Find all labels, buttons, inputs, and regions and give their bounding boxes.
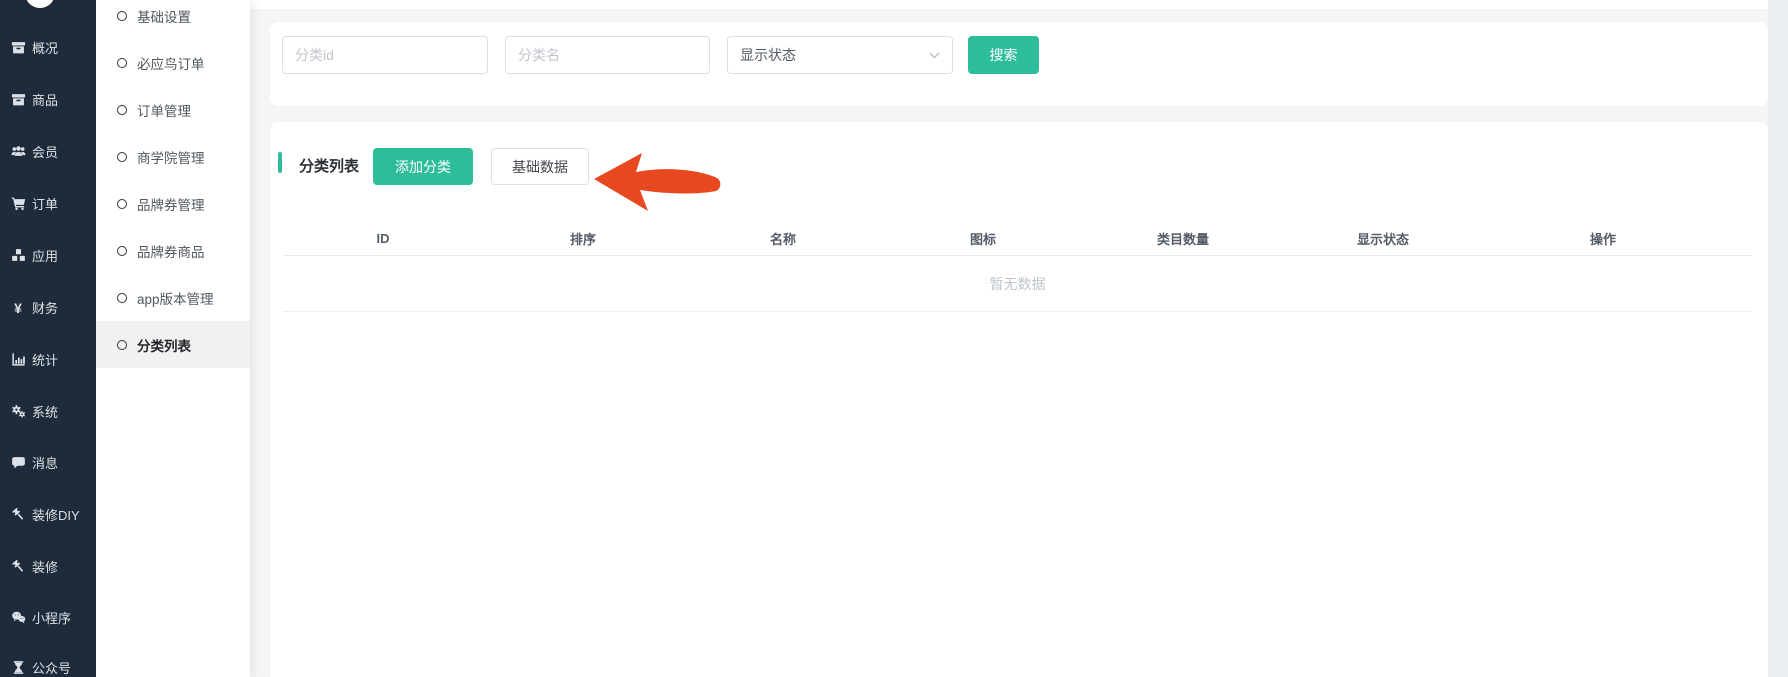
cart-icon bbox=[10, 196, 26, 212]
submenu-item-4[interactable]: 品牌券管理 bbox=[96, 180, 250, 227]
wechat-icon bbox=[10, 610, 26, 626]
section-title: 分类列表 bbox=[299, 155, 359, 176]
submenu-item-label: 必应鸟订单 bbox=[137, 53, 205, 73]
archive-icon bbox=[10, 40, 26, 56]
sidebar-item-12[interactable]: 公众号 bbox=[10, 658, 71, 677]
search-button[interactable]: 搜索 bbox=[968, 36, 1039, 74]
sidebar-item-label: 订单 bbox=[32, 194, 58, 213]
sidebar-item-label: 小程序 bbox=[32, 608, 71, 627]
table-header-5: 显示状态 bbox=[1283, 229, 1483, 248]
sidebar-item-label: 消息 bbox=[32, 453, 58, 472]
avatar[interactable] bbox=[25, 0, 55, 8]
sidebar-item-5[interactable]: ¥ 财务 bbox=[10, 298, 58, 317]
submenu-item-6[interactable]: app版本管理 bbox=[96, 274, 250, 321]
primary-sidebar: 概况商品会员订单应用 ¥ 财务统计系统消息装修DIY 装修小程序公众号 bbox=[0, 0, 96, 677]
section-accent-bar bbox=[278, 152, 282, 173]
submenu-item-label: 品牌券商品 bbox=[137, 241, 205, 261]
bar-chart-icon bbox=[10, 352, 26, 368]
sidebar-item-label: 会员 bbox=[32, 142, 58, 161]
sidebar-item-label: 公众号 bbox=[32, 658, 71, 677]
archive-icon bbox=[10, 92, 26, 108]
gavel-icon bbox=[10, 507, 26, 523]
submenu-item-label: 商学院管理 bbox=[137, 147, 205, 167]
display-status-select[interactable]: 显示状态 bbox=[727, 36, 953, 74]
submenu-item-label: 品牌券管理 bbox=[137, 194, 205, 214]
sidebar-item-6[interactable]: 统计 bbox=[10, 350, 58, 369]
circle-bullet-icon bbox=[117, 58, 127, 68]
submenu-item-7-active[interactable]: 分类列表 bbox=[96, 321, 250, 368]
table-header-row: ID排序名称图标类目数量显示状态操作 bbox=[283, 222, 1752, 256]
submenu-item-5[interactable]: 品牌券商品 bbox=[96, 227, 250, 274]
sidebar-item-3[interactable]: 订单 bbox=[10, 194, 58, 213]
sidebar-item-2[interactable]: 会员 bbox=[10, 142, 58, 161]
red-arrow-annotation bbox=[588, 146, 728, 216]
users-icon bbox=[10, 144, 26, 160]
sidebar-item-4[interactable]: 应用 bbox=[10, 246, 58, 265]
sidebar-item-label: 装修DIY bbox=[32, 505, 80, 524]
submenu-item-1[interactable]: 必应鸟订单 bbox=[96, 39, 250, 86]
submenu-item-label: 分类列表 bbox=[137, 335, 191, 355]
circle-bullet-icon bbox=[117, 152, 127, 162]
submenu-item-label: 基础设置 bbox=[137, 6, 191, 26]
yen-icon: ¥ bbox=[10, 300, 26, 316]
table-header-0: ID bbox=[283, 231, 483, 246]
category-id-input[interactable] bbox=[282, 36, 488, 74]
sidebar-item-label: 应用 bbox=[32, 246, 58, 265]
add-category-button[interactable]: 添加分类 bbox=[373, 148, 473, 185]
circle-bullet-icon bbox=[117, 293, 127, 303]
sidebar-item-label: 概况 bbox=[32, 38, 58, 57]
table-header-6: 操作 bbox=[1483, 229, 1723, 248]
cubes-icon bbox=[10, 248, 26, 264]
page-scroll-gutter bbox=[1768, 0, 1788, 677]
admin-app: 显示状态 搜索 分类列表 添加分类 基础数据 ID排序名称图标类目数量显示状态操… bbox=[0, 0, 1788, 677]
category-table: ID排序名称图标类目数量显示状态操作 暂无数据 bbox=[283, 222, 1752, 312]
sidebar-item-10[interactable]: 装修 bbox=[10, 557, 58, 576]
sidebar-item-8[interactable]: 消息 bbox=[10, 453, 58, 472]
circle-bullet-icon bbox=[117, 246, 127, 256]
sidebar-item-label: 装修 bbox=[32, 557, 58, 576]
top-strip bbox=[250, 0, 1788, 9]
circle-bullet-icon bbox=[117, 340, 127, 350]
sidebar-item-label: 商品 bbox=[32, 90, 58, 109]
cogs-icon bbox=[10, 404, 26, 420]
table-header-1: 排序 bbox=[483, 229, 683, 248]
table-empty-state: 暂无数据 bbox=[283, 256, 1752, 312]
display-status-value: 显示状态 bbox=[740, 45, 796, 65]
submenu-item-2[interactable]: 订单管理 bbox=[96, 86, 250, 133]
table-header-3: 图标 bbox=[883, 229, 1083, 248]
circle-bullet-icon bbox=[117, 199, 127, 209]
sidebar-item-1[interactable]: 商品 bbox=[10, 90, 58, 109]
sidebar-item-11[interactable]: 小程序 bbox=[10, 608, 71, 627]
submenu-item-label: app版本管理 bbox=[137, 288, 214, 308]
hourglass-icon bbox=[10, 660, 26, 676]
submenu-item-0[interactable]: 基础设置 bbox=[96, 0, 250, 39]
sidebar-item-0[interactable]: 概况 bbox=[10, 38, 58, 57]
category-name-input[interactable] bbox=[505, 36, 710, 74]
category-list-card: 分类列表 添加分类 基础数据 ID排序名称图标类目数量显示状态操作 暂无数据 bbox=[270, 122, 1768, 677]
submenu-item-label: 订单管理 bbox=[137, 100, 191, 120]
chevron-down-icon bbox=[929, 52, 940, 59]
base-data-button[interactable]: 基础数据 bbox=[491, 148, 589, 185]
filter-card: 显示状态 搜索 bbox=[270, 22, 1768, 106]
gavel-icon bbox=[10, 559, 26, 575]
sidebar-item-label: 财务 bbox=[32, 298, 58, 317]
comment-icon bbox=[10, 455, 26, 471]
table-header-4: 类目数量 bbox=[1083, 229, 1283, 248]
secondary-sidebar: 基础设置必应鸟订单订单管理商学院管理品牌券管理品牌券商品 app版本管理分类列表 bbox=[96, 0, 250, 677]
sidebar-item-label: 统计 bbox=[32, 350, 58, 369]
circle-bullet-icon bbox=[117, 105, 127, 115]
submenu-item-3[interactable]: 商学院管理 bbox=[96, 133, 250, 180]
table-header-2: 名称 bbox=[683, 229, 883, 248]
circle-bullet-icon bbox=[117, 11, 127, 21]
sidebar-item-7[interactable]: 系统 bbox=[10, 402, 58, 421]
sidebar-item-9[interactable]: 装修DIY bbox=[10, 505, 80, 524]
sidebar-item-label: 系统 bbox=[32, 402, 58, 421]
